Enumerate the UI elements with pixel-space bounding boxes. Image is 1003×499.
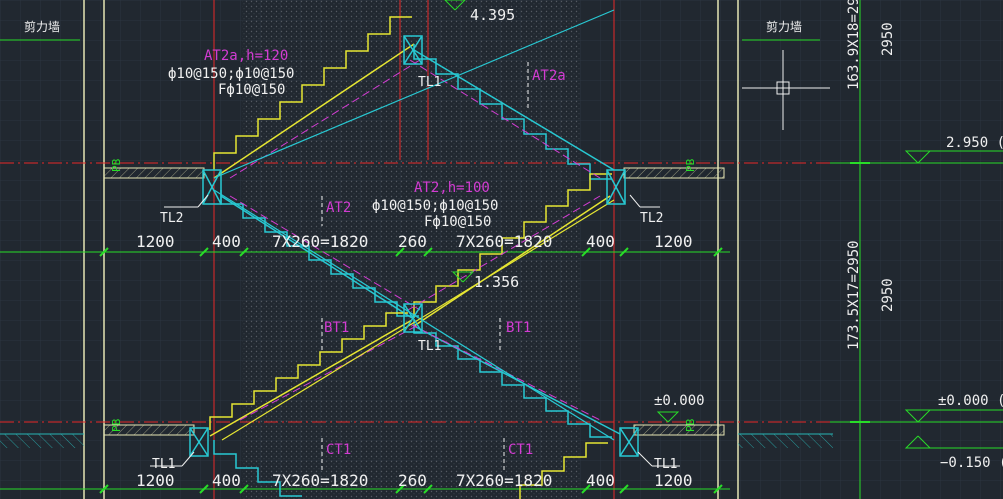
pb-mark-right-upper: PB	[684, 158, 697, 172]
segment-bottom-label: 173.5X17=2950	[846, 240, 862, 350]
tl2-label-right: TL2	[640, 211, 663, 226]
bt1-tag-left: BT1	[324, 320, 349, 336]
dim-upper-6: 1200	[654, 232, 693, 251]
at2-tag: AT2	[326, 200, 351, 216]
dim-lower-6: 1200	[654, 471, 693, 490]
at2a-rebar-2: Fф10@150	[218, 82, 285, 98]
at2a-rebar-1: ф10@150;ф10@150	[168, 66, 294, 82]
dim-lower-1: 400	[212, 471, 241, 490]
tl1-label-left: TL1	[152, 457, 175, 472]
tl2-label-left: TL2	[160, 211, 183, 226]
at2-rebar-2: Fф10@150	[424, 214, 491, 230]
cad-drawing-canvas[interactable]: PB PB PB PB 剪力墙 剪力墙 ф10@150;ф10@150 Fф10…	[0, 0, 1003, 499]
elevation-minus-0150: −0.150 (2	[940, 455, 1003, 471]
dim-upper-3: 260	[398, 232, 427, 251]
pb-mark-left-upper: PB	[110, 158, 123, 172]
dim-upper-1: 400	[212, 232, 241, 251]
dim-upper-2: 7X260=1820	[272, 232, 368, 251]
tl1-label-right: TL1	[654, 457, 677, 472]
bt1-tag-right: BT1	[506, 320, 531, 336]
shear-wall-label-right: 剪力墙	[766, 19, 802, 34]
segment-top-label: 163.9X18=2950	[846, 0, 862, 90]
ct1-tag-left: CT1	[326, 442, 351, 458]
elevation-zero: ±0.000	[654, 393, 705, 409]
at2a-title: AT2a,h=120	[204, 48, 288, 64]
elevation-2950: 2.950 (2	[946, 135, 1003, 151]
dim-upper-0: 1200	[136, 232, 175, 251]
elevation-zero-right: ±0.000 (1	[938, 393, 1003, 409]
elevation-1356: 1.356	[474, 273, 519, 291]
dim-lower-5: 400	[586, 471, 615, 490]
shear-wall-label-left: 剪力墙	[24, 19, 60, 34]
dim-lower-3: 260	[398, 471, 427, 490]
dim-lower-2: 7X260=1820	[272, 471, 368, 490]
at2-title: AT2,h=100	[414, 180, 490, 196]
dim-lower-0: 1200	[136, 471, 175, 490]
ct1-tag-right: CT1	[508, 442, 533, 458]
pb-mark-left-lower: PB	[110, 418, 123, 432]
elevation-4395: 4.395	[470, 6, 515, 24]
dim-2950-top: 2950	[880, 22, 896, 56]
dim-upper-5: 400	[586, 232, 615, 251]
dim-upper-4: 7X260=1820	[456, 232, 552, 251]
pb-mark-right-lower: PB	[684, 418, 697, 432]
tl1-label-mid: TL1	[418, 339, 441, 354]
dim-lower-4: 7X260=1820	[456, 471, 552, 490]
tl1-label-top: TL1	[418, 75, 441, 90]
dim-2950-bottom: 2950	[880, 278, 896, 312]
at2-rebar-1: ф10@150;ф10@150	[372, 198, 498, 214]
stair-section-drawing: PB PB PB PB 剪力墙 剪力墙 ф10@150;ф10@150 Fф10…	[0, 0, 1003, 499]
at2a-tag: AT2a	[532, 68, 566, 84]
